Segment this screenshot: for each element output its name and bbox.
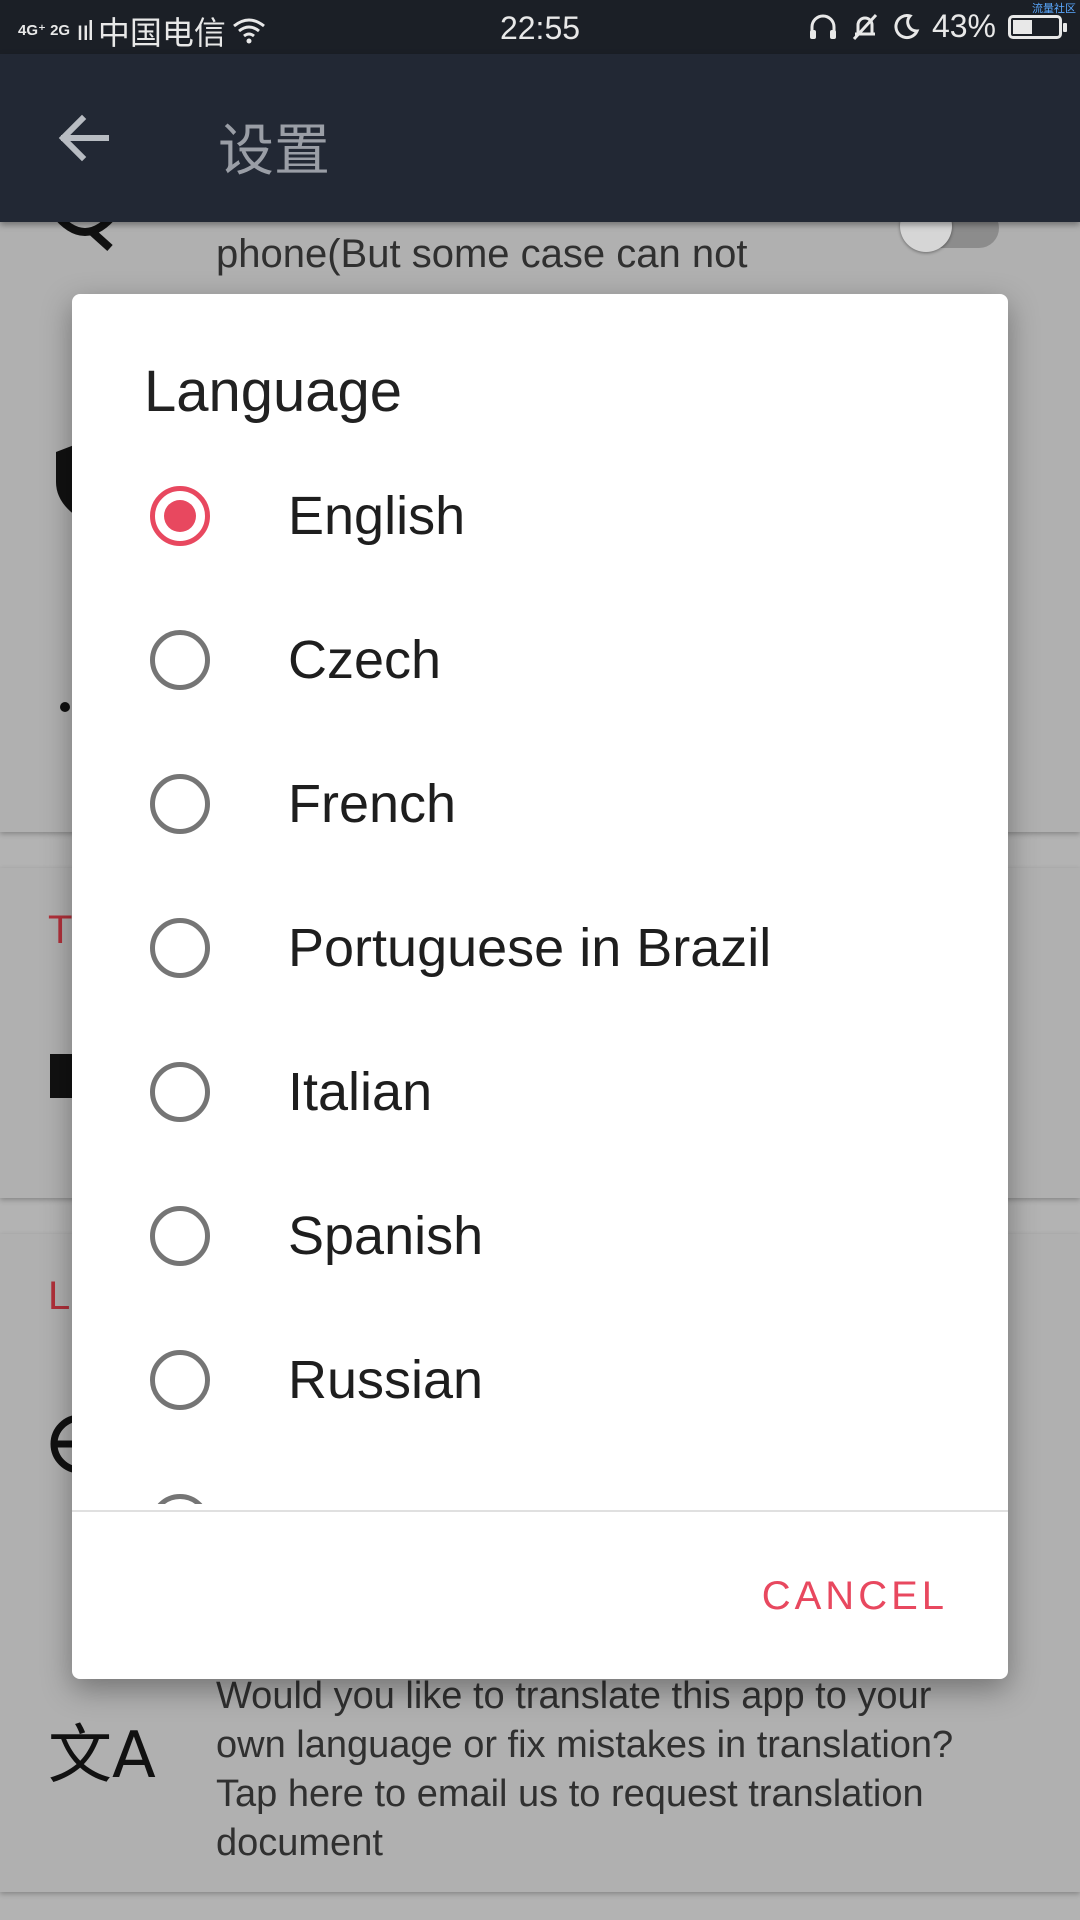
arrow-left-icon[interactable] (52, 106, 116, 170)
option-label: Italian (288, 1062, 433, 1122)
watermark: 流量社区 (1032, 3, 1076, 15)
option-label: English (288, 486, 466, 546)
translate-icon: 文A (48, 1719, 156, 1793)
battery-icon (1008, 14, 1067, 39)
language-option-russian[interactable]: Russian (72, 1308, 1008, 1452)
dialog-title: Language (144, 359, 403, 424)
radio-button[interactable] (150, 1494, 210, 1504)
radio-button[interactable] (150, 918, 210, 978)
radio-button[interactable] (150, 1350, 210, 1410)
moon-icon (894, 13, 920, 39)
status-right: 43% (808, 8, 1067, 45)
language-dialog: Language English Czech French Portuguese… (72, 294, 1008, 1679)
translate-line-2: own language or fix mistakes in translat… (216, 1724, 954, 1766)
language-option-french[interactable]: French (72, 732, 1008, 876)
language-option-spanish[interactable]: Spanish (72, 1164, 1008, 1308)
page-title: 设置 (218, 119, 330, 182)
bell-muted-icon (852, 13, 878, 40)
section-header-language: L (48, 1274, 71, 1318)
battery-level (1013, 19, 1032, 34)
cancel-button[interactable]: CANCEL (762, 1574, 948, 1619)
radio-button[interactable] (150, 486, 210, 546)
radio-button[interactable] (150, 1062, 210, 1122)
language-option-english[interactable]: English (72, 444, 1008, 588)
app-toolbar: 设置 (0, 54, 1080, 222)
radio-dot (164, 500, 196, 532)
section-header-theme: T (48, 908, 73, 952)
theme-icon (50, 1054, 72, 1098)
option-label: Portuguese in Brazil (288, 918, 772, 978)
translate-line-1: Would you like to translate this app to … (216, 1675, 932, 1717)
radio-button[interactable] (150, 630, 210, 690)
option-label: Spanish (288, 1206, 484, 1266)
translate-line-3: Tap here to email us to request translat… (216, 1773, 924, 1815)
option-label: French (288, 774, 457, 834)
status-bar: 4G⁺ 2G ııl 中国电信 22:55 43% 流量社区 (0, 0, 1080, 54)
headphones-icon (809, 14, 836, 39)
dot-icon (60, 702, 70, 712)
setting-description: phone(But some case can not (216, 232, 748, 276)
option-label: Czech (288, 630, 442, 690)
translate-line-4: document (216, 1822, 383, 1864)
language-option-portuguese-brazil[interactable]: Portuguese in Brazil (72, 876, 1008, 1020)
radio-button[interactable] (150, 1206, 210, 1266)
language-option-list[interactable]: English Czech French Portuguese in Brazi… (72, 444, 1008, 1504)
battery-percent: 43% (931, 8, 996, 44)
language-option-czech[interactable]: Czech (72, 588, 1008, 732)
radio-button[interactable] (150, 774, 210, 834)
language-option-partial[interactable] (72, 1452, 1008, 1504)
language-option-italian[interactable]: Italian (72, 1020, 1008, 1164)
dialog-divider (72, 1510, 1008, 1512)
option-label: Russian (288, 1350, 484, 1410)
translate-description: Would you like to translate this app to … (216, 1672, 953, 1868)
